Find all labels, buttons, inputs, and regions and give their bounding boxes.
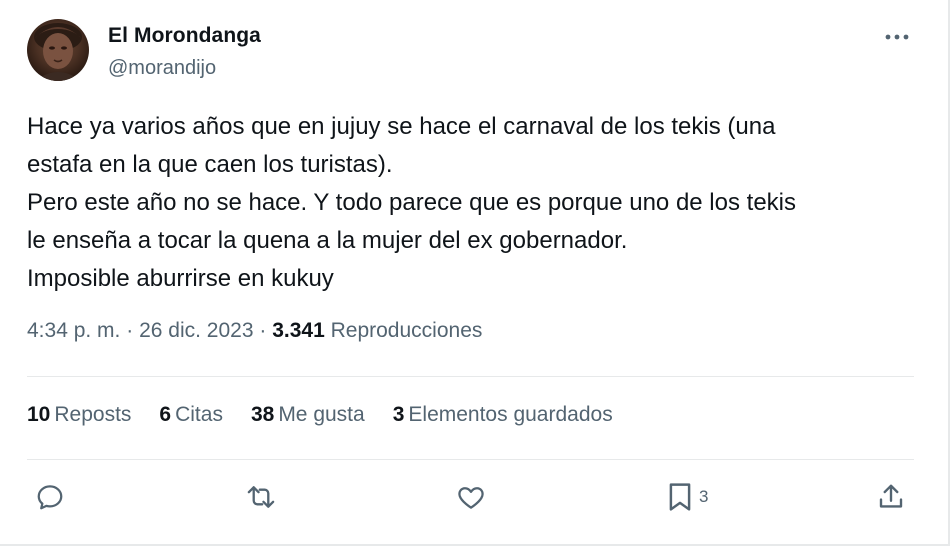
tweet-date[interactable]: 26 dic. 2023 <box>139 319 253 342</box>
bookmark-button[interactable]: 3 <box>667 475 708 519</box>
divider <box>27 376 914 377</box>
tweet-time[interactable]: 4:34 p. m. <box>27 319 120 342</box>
stat-label: Citas <box>175 403 223 426</box>
stat-reposts[interactable]: 10 Reposts <box>27 403 131 427</box>
stat-quotes[interactable]: 6 Citas <box>159 403 223 427</box>
stat-count: 38 <box>250 403 275 426</box>
views-label: Reproducciones <box>330 319 483 342</box>
action-bar: 3 <box>0 475 948 519</box>
stat-likes[interactable]: 38 Me gusta <box>251 403 365 427</box>
meta-separator: · <box>259 319 267 342</box>
stat-label: Elementos guardados <box>408 403 613 426</box>
author-name[interactable]: El Morondanga <box>108 24 261 48</box>
avatar[interactable] <box>27 19 89 81</box>
bookmark-count: 3 <box>699 487 709 506</box>
stat-label: Me gusta <box>278 403 365 426</box>
like-button[interactable] <box>455 475 487 519</box>
stat-label: Reposts <box>54 403 132 426</box>
author-handle[interactable]: @morandijo <box>108 57 216 80</box>
share-button[interactable] <box>876 475 906 519</box>
stat-count: 10 <box>27 403 51 426</box>
avatar-image <box>34 23 82 81</box>
divider <box>27 459 914 460</box>
share-icon <box>879 484 903 508</box>
views-count: 3.341 <box>272 319 325 342</box>
reply-icon <box>37 485 63 510</box>
more-options-button[interactable] <box>880 22 914 52</box>
stat-bookmarks[interactable]: 3 Elementos guardados <box>393 403 613 427</box>
retweet-icon <box>247 486 275 508</box>
tweet-text: Hace ya varios años que en jujuy se hace… <box>27 113 796 292</box>
tweet-card: El Morondanga @morandijo Hace ya varios … <box>0 0 950 546</box>
more-horizontal-icon <box>885 34 909 40</box>
reply-button[interactable] <box>35 475 65 519</box>
heart-icon <box>458 487 484 509</box>
meta-separator: · <box>126 319 134 342</box>
stat-count: 6 <box>159 403 172 426</box>
retweet-button[interactable] <box>244 475 278 519</box>
tweet-meta: 4:34 p. m. · 26 dic. 2023 · 3.341 Reprod… <box>27 319 482 343</box>
stat-count: 3 <box>392 403 405 426</box>
engagement-stats: 10 Reposts 6 Citas 38 Me gusta 3 Elementos guar… <box>27 403 641 427</box>
bookmark-icon <box>669 483 691 511</box>
